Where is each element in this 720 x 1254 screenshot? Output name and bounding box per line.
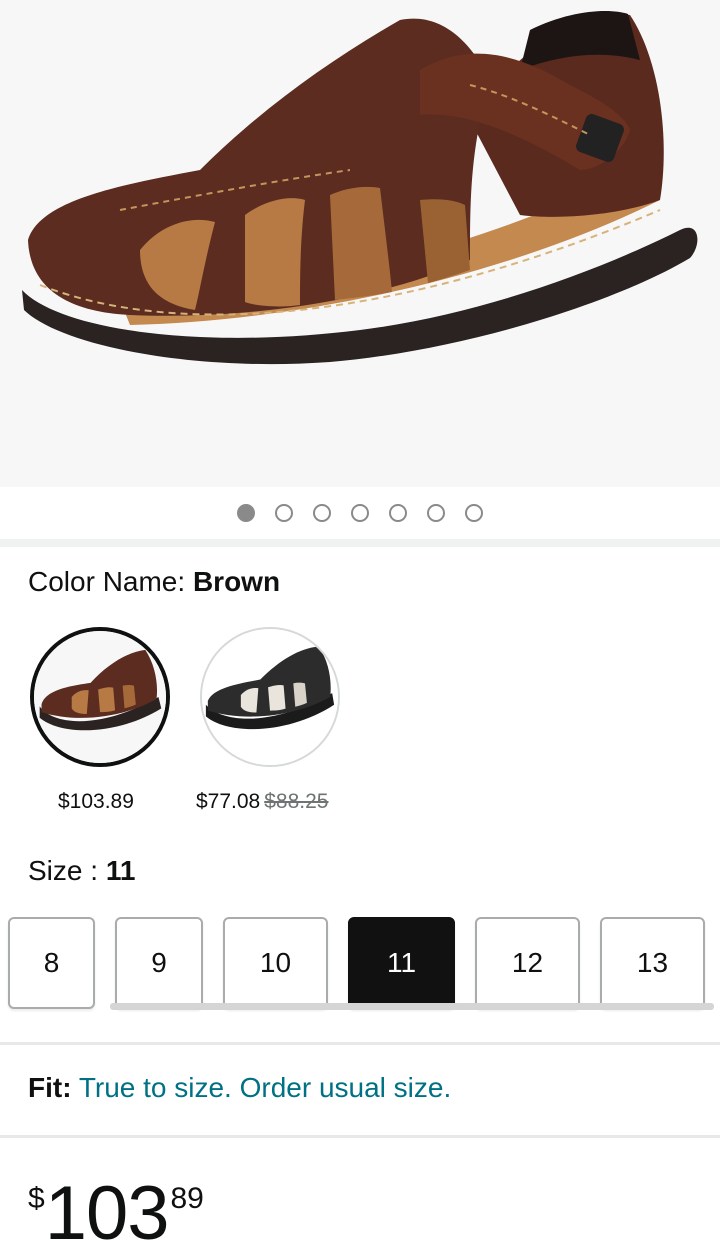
size-option-9[interactable]: 9 — [115, 917, 203, 1009]
fit-label: Fit: — [28, 1072, 72, 1103]
price-whole: 103 — [44, 1171, 170, 1254]
color-name-heading: Color Name: Brown — [28, 566, 280, 598]
brown-sandal-thumbnail — [34, 631, 166, 763]
swatch-price-black: $77.08 $88.25 — [196, 790, 328, 814]
size-option-10[interactable]: 10 — [223, 917, 328, 1009]
product-price: $ 103 89 — [28, 1168, 204, 1252]
size-option-8[interactable]: 8 — [8, 917, 95, 1009]
carousel-dot[interactable] — [389, 504, 407, 522]
color-name-label: Color Name: — [28, 566, 186, 597]
carousel-dot[interactable] — [313, 504, 331, 522]
price-symbol: $ — [28, 1182, 45, 1215]
section-divider — [0, 1135, 720, 1138]
swatch-price: $103.89 — [58, 790, 134, 813]
section-divider — [0, 539, 720, 547]
size-heading: Size : 11 — [28, 855, 135, 887]
swatch-list-price: $88.25 — [264, 790, 329, 813]
fit-info: Fit: True to size. Order usual size. — [28, 1072, 451, 1104]
fit-link[interactable]: True to size. Order usual size. — [79, 1072, 451, 1103]
carousel-dot[interactable] — [465, 504, 483, 522]
carousel-dot[interactable] — [351, 504, 369, 522]
color-swatch-black[interactable] — [200, 627, 340, 767]
swatch-price: $77.08 — [196, 790, 261, 813]
carousel-dot[interactable] — [275, 504, 293, 522]
swatch-price-brown: $103.89 — [58, 790, 134, 814]
size-label: Size : — [28, 855, 99, 886]
size-scrollbar[interactable] — [110, 1003, 714, 1010]
size-value: 11 — [105, 855, 136, 886]
section-divider — [0, 1042, 720, 1045]
sandal-illustration — [22, 11, 698, 365]
carousel-dot[interactable] — [237, 504, 255, 522]
image-carousel-dots — [0, 487, 720, 539]
price-fraction: 89 — [170, 1182, 204, 1215]
size-option-13[interactable]: 13 — [600, 917, 705, 1009]
color-swatch-brown[interactable] — [30, 627, 170, 767]
carousel-dot[interactable] — [427, 504, 445, 522]
size-option-12[interactable]: 12 — [475, 917, 580, 1009]
black-sandal-thumbnail — [202, 629, 338, 765]
product-image[interactable] — [0, 0, 720, 487]
size-option-11[interactable]: 11 — [348, 917, 455, 1009]
color-name-value: Brown — [192, 566, 281, 597]
